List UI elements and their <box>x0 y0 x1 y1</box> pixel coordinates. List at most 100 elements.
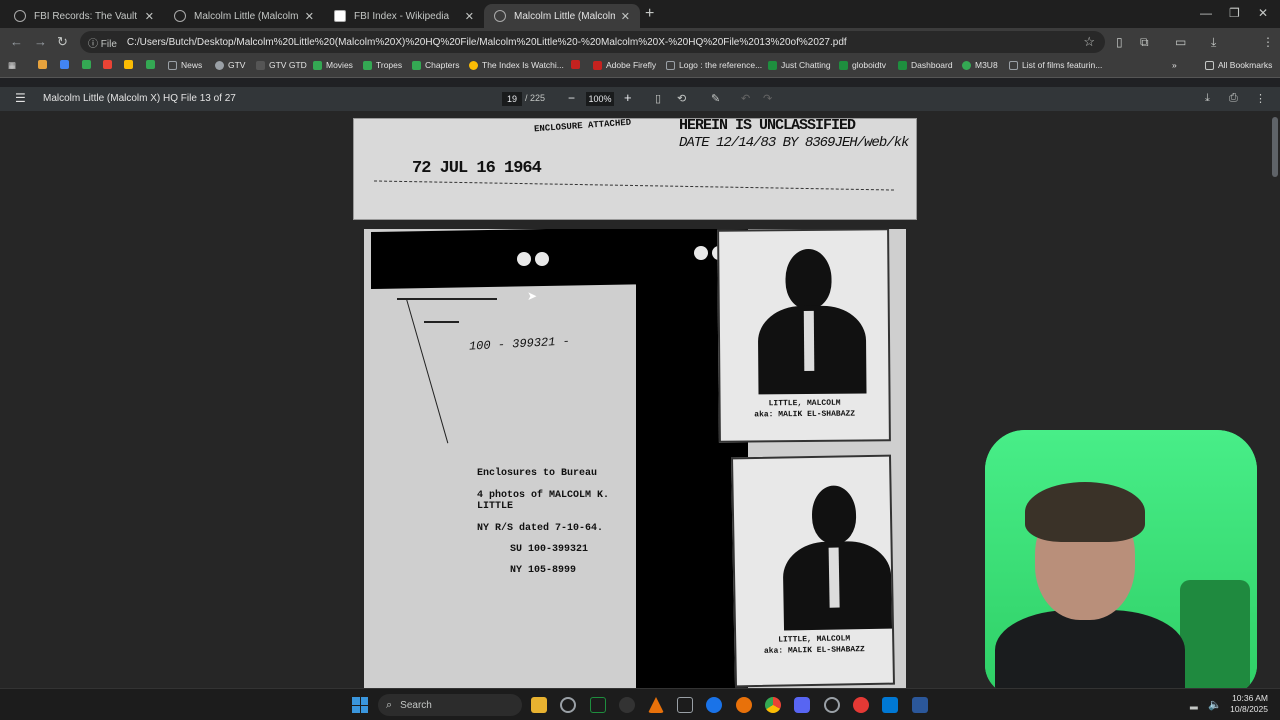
vscode-icon[interactable] <box>882 697 898 713</box>
minimize-icon[interactable]: — <box>1200 6 1212 20</box>
bookmark-chapters[interactable]: Chapters <box>412 60 460 70</box>
reading-list-icon[interactable]: ▯ <box>1116 35 1123 49</box>
tab-title: FBI Records: The Vault — Malco <box>34 10 139 22</box>
reload-icon[interactable]: ↻ <box>57 34 68 50</box>
pdf-menu-icon[interactable]: ☰ <box>15 91 26 105</box>
pdf-download-icon[interactable]: ⤓ <box>1205 92 1210 105</box>
bookmark-index-watching[interactable]: The Index Is Watchi... <box>469 60 564 70</box>
photo-malcolm-2: LITTLE, MALCOLM aka: MALIK EL-SHABAZZ <box>731 454 895 688</box>
bookmark-m3u8[interactable]: M3U8 <box>962 60 998 70</box>
tab-title: Malcolm Little (Malcolm X) HQ <box>194 10 299 22</box>
page-total: / 225 <box>525 93 546 103</box>
tab-malcolm-hq-1[interactable]: Malcolm Little (Malcolm X) HQ ✕ <box>164 4 324 28</box>
bookmark-news[interactable]: News <box>168 60 202 70</box>
bookmark-item[interactable] <box>103 60 116 69</box>
close-tab-icon[interactable]: ✕ <box>465 10 474 23</box>
fit-page-icon[interactable]: ▯ <box>655 92 661 105</box>
bookmark-item[interactable] <box>571 60 584 69</box>
zoom-input[interactable]: 100% <box>586 92 614 106</box>
vlc-icon[interactable] <box>648 697 664 713</box>
cast-icon[interactable]: ▭ <box>1175 35 1186 49</box>
pdf-scrollbar[interactable] <box>1272 117 1278 177</box>
bookmarks-bar: ▦ News GTV GTV GTD Movies Tropes Chapter… <box>0 56 1280 78</box>
firefox-icon[interactable] <box>736 697 752 713</box>
tab-favicon-icon <box>174 10 186 22</box>
taskbar-clock[interactable]: 10:36 AM 10/8/2025 <box>1230 693 1268 715</box>
back-icon[interactable]: ← <box>10 34 23 49</box>
enclosure-line-3: NY R/S dated 7-10-64. <box>477 523 604 534</box>
volume-icon[interactable]: 🔈 <box>1208 698 1222 711</box>
forward-icon[interactable]: → <box>34 34 47 49</box>
discord-icon[interactable] <box>794 697 810 713</box>
bookmark-star-icon[interactable]: ☆ <box>1083 34 1095 50</box>
pdf-more-icon[interactable]: ⋮ <box>1255 92 1266 105</box>
app-icon[interactable] <box>853 697 869 713</box>
new-tab-icon[interactable]: + <box>645 5 654 23</box>
taskbar-search[interactable]: ⌕ Search <box>378 694 522 716</box>
tab-malcolm-hq-active[interactable]: Malcolm Little (Malcolm X) HQ ✕ <box>484 4 640 28</box>
zoom-in-icon[interactable]: + <box>624 90 632 105</box>
undo-icon[interactable]: ↶ <box>741 92 750 105</box>
punch-hole <box>517 252 531 266</box>
edge-icon[interactable] <box>706 697 722 713</box>
page-number-input[interactable]: 19 <box>502 92 522 106</box>
browser-menu-icon[interactable]: ⋮ <box>1262 35 1274 49</box>
windows-taskbar: ⌕ Search ▂ 🔈 10:36 AM 10/8/2025 <box>0 688 1280 720</box>
streamer-shirt <box>995 610 1185 695</box>
annotate-icon[interactable]: ✎ <box>711 92 720 105</box>
bookmark-logo-reference[interactable]: Logo : the reference... <box>666 60 762 70</box>
bookmark-dashboard[interactable]: Dashboard <box>898 60 953 70</box>
address-bar[interactable]: ⓘ File C:/Users/Butch/Desktop/Malcolm%20… <box>80 31 1105 53</box>
url-text[interactable]: C:/Users/Butch/Desktop/Malcolm%20Little%… <box>127 37 847 48</box>
word-icon[interactable] <box>912 697 928 713</box>
bookmark-gtv[interactable]: GTV <box>215 60 245 70</box>
extensions-icon[interactable]: ⧉ <box>1140 35 1149 50</box>
network-icon[interactable]: ▂ <box>1190 699 1198 710</box>
bookmark-globoidtv[interactable]: globoidtv <box>839 60 886 70</box>
tab-fbi-index-wikipedia[interactable]: FBI Index - Wikipedia ✕ <box>324 4 484 28</box>
bookmark-item[interactable] <box>146 60 159 69</box>
tab-fbi-vault[interactable]: FBI Records: The Vault — Malco ✕ <box>4 4 164 28</box>
photo-malcolm-1: LITTLE, MALCOLM aka: MALIK EL-SHABAZZ <box>717 229 891 443</box>
app-icon[interactable] <box>590 697 606 713</box>
chair <box>1180 580 1250 695</box>
photo-shirt <box>803 310 815 371</box>
bookmark-gtv-gtd[interactable]: GTV GTD <box>256 60 307 70</box>
photo-caption-aka: aka: MALIK EL-SHABAZZ <box>754 409 856 420</box>
bookmark-just-chatting[interactable]: Just Chatting <box>768 60 831 70</box>
maximize-icon[interactable]: ❐ <box>1229 6 1240 20</box>
zoom-out-icon[interactable]: − <box>568 91 575 105</box>
app-icon[interactable] <box>560 697 576 713</box>
close-tab-icon[interactable]: ✕ <box>145 10 154 23</box>
bookmark-item[interactable] <box>38 60 51 69</box>
bookmark-item[interactable] <box>124 60 137 69</box>
mouse-cursor-icon: ➤ <box>527 289 538 303</box>
more-bookmarks-icon[interactable]: » <box>1172 60 1177 70</box>
app-icon[interactable] <box>619 697 635 713</box>
bookmark-item[interactable] <box>60 60 73 69</box>
address-row: ← → ↻ ⓘ File C:/Users/Butch/Desktop/Malc… <box>0 28 1280 77</box>
obs-icon[interactable] <box>824 697 840 713</box>
apps-grid-icon[interactable]: ▦ <box>8 60 16 71</box>
close-window-icon[interactable]: ✕ <box>1258 6 1268 20</box>
all-bookmarks-folder[interactable]: All Bookmarks <box>1205 60 1272 70</box>
file-explorer-icon[interactable] <box>531 697 547 713</box>
bookmark-item[interactable] <box>82 60 95 69</box>
bookmark-movies[interactable]: Movies <box>313 60 353 70</box>
windows-start-icon[interactable] <box>352 697 368 713</box>
file-chip[interactable]: ⓘ File <box>88 35 117 50</box>
close-tab-icon[interactable]: ✕ <box>621 10 630 23</box>
redo-icon[interactable]: ↷ <box>763 92 772 105</box>
ink-mark <box>424 321 459 323</box>
pdf-page-19: 100 - 399321 - Enclosures to Bureau 4 ph… <box>364 229 906 688</box>
close-tab-icon[interactable]: ✕ <box>305 10 314 23</box>
app-icon[interactable] <box>677 697 693 713</box>
bookmark-list-of-films[interactable]: List of films featurin... <box>1009 60 1102 70</box>
enclosure-stamp: ENCLOSURE ATTACHED <box>533 117 632 135</box>
rotate-icon[interactable]: ⟲ <box>677 92 686 105</box>
download-icon[interactable]: ⤓ <box>1211 35 1216 50</box>
bookmark-tropes[interactable]: Tropes <box>363 60 402 70</box>
print-icon[interactable]: ⎙ <box>1229 92 1238 105</box>
chrome-icon[interactable] <box>765 697 781 713</box>
bookmark-adobe-firefly[interactable]: Adobe Firefly <box>593 60 656 70</box>
